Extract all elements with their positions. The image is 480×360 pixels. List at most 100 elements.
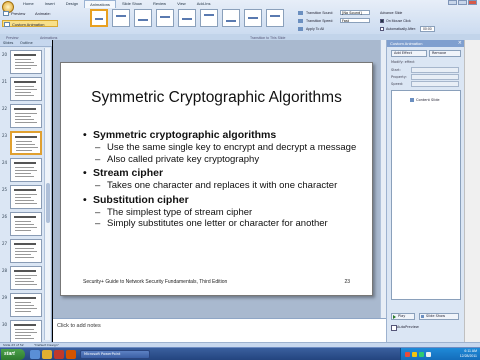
thumb-body-line	[15, 119, 34, 120]
tray-icon[interactable]	[419, 352, 424, 357]
tray-icon[interactable]	[405, 352, 410, 357]
tab-outline[interactable]: Outline	[20, 41, 33, 45]
animate-dropdown[interactable]: Animate:	[26, 10, 60, 17]
slide-thumbnail[interactable]	[10, 266, 42, 290]
thumb-line	[116, 15, 126, 17]
automatically-after-value[interactable]: 00:00	[419, 26, 435, 32]
custom-animation-button[interactable]: Custom Animation	[2, 20, 58, 27]
property-select[interactable]	[411, 74, 459, 80]
transition-sound-row: Transition Sound:	[298, 10, 333, 16]
slide-show-button[interactable]: Slide Show	[419, 313, 459, 320]
close-button[interactable]	[468, 0, 477, 5]
tab-design[interactable]: Design	[61, 0, 83, 8]
tab-add-ins[interactable]: Add-Ins	[192, 0, 216, 8]
maximize-button[interactable]	[458, 0, 467, 5]
tab-slide-show[interactable]: Slide Show	[117, 0, 147, 8]
autopreview-checkbox[interactable]: AutoPreview	[391, 325, 419, 331]
slide-number: 26	[2, 214, 8, 219]
start-select[interactable]	[411, 67, 459, 73]
transition-thumb[interactable]	[266, 9, 284, 27]
volume-icon[interactable]	[426, 352, 431, 357]
speed-select[interactable]	[411, 81, 459, 87]
transition-thumb[interactable]	[156, 9, 174, 27]
taskbar-app-powerpoint[interactable]: Microsoft PowerPoint	[80, 350, 150, 359]
tab-animations[interactable]: Animations	[84, 0, 116, 8]
slide-thumbnail[interactable]	[10, 239, 42, 263]
thumb-body-line	[15, 308, 37, 309]
transition-thumb-none[interactable]	[90, 9, 108, 27]
taskbar: start Microsoft PowerPoint 6:11 AM 12/28…	[0, 347, 480, 360]
slide-pane-scrollbar[interactable]	[44, 48, 50, 340]
thumb-body-line	[16, 147, 38, 148]
thumb-title-line	[14, 189, 36, 191]
add-effect-button[interactable]: Add Effect	[391, 50, 427, 57]
tray-icon[interactable]	[412, 352, 417, 357]
speed-label: Speed:	[391, 82, 404, 86]
advance-slide-group: Advance Slide On Mouse Click Automatical…	[380, 9, 470, 35]
transition-thumb[interactable]	[244, 9, 262, 27]
close-icon[interactable]: ×	[458, 40, 462, 46]
thumb-body-line	[15, 284, 37, 285]
transition-thumb[interactable]	[112, 9, 130, 27]
preview-button[interactable]: Preview	[2, 10, 25, 17]
speed-icon	[298, 19, 303, 23]
bullet-level-1: Symmetric cryptographic algorithms	[83, 129, 368, 142]
minimize-button[interactable]	[448, 0, 457, 5]
slide-number: 20	[2, 52, 8, 57]
thumb-title-line	[14, 216, 36, 218]
slide-canvas[interactable]: Symmetric Cryptographic Algorithms Symme…	[60, 62, 373, 296]
slide-thumbnail[interactable]	[10, 104, 42, 128]
scrollbar-thumb[interactable]	[46, 183, 50, 223]
thumb-body-line	[15, 230, 31, 231]
media-icon[interactable]	[54, 350, 64, 359]
thumb-body-line	[15, 92, 31, 93]
thumb-body-line	[15, 335, 31, 336]
start-button[interactable]: start	[1, 349, 25, 360]
thumb-body-line	[15, 305, 34, 306]
thumb-line	[204, 14, 214, 16]
tab-insert[interactable]: Insert	[40, 0, 60, 8]
notes-pane[interactable]: Click to add notes	[53, 318, 386, 342]
transition-sound-select[interactable]: [No Sound]	[340, 10, 370, 15]
tab-slides[interactable]: Slides	[3, 41, 13, 45]
slide-thumbnail[interactable]	[10, 158, 42, 182]
window-scrollbar[interactable]	[464, 40, 480, 342]
apply-to-all-button[interactable]: Apply To All	[298, 26, 324, 32]
transition-thumb[interactable]	[222, 9, 240, 27]
transition-thumb[interactable]	[178, 9, 196, 27]
slide-thumbnail[interactable]	[10, 50, 42, 74]
automatically-after-checkbox[interactable]: Automatically After: 00:00	[380, 26, 435, 32]
remove-button[interactable]: Remove	[429, 50, 461, 57]
advance-slide-label: Advance Slide	[380, 11, 403, 15]
thumb-body-line	[15, 257, 34, 258]
transition-thumb[interactable]	[134, 9, 152, 27]
slide-thumbnail[interactable]	[10, 77, 42, 101]
tab-review[interactable]: Review	[148, 0, 171, 8]
slide-number: 30	[2, 322, 8, 327]
slide-body[interactable]: Symmetric cryptographic algorithms Use t…	[83, 127, 368, 230]
thumb-body-line	[15, 203, 37, 204]
thumb-body-line	[15, 167, 34, 168]
animation-list-item[interactable]: Content Slide	[410, 98, 440, 102]
slide-thumbnail[interactable]	[10, 131, 42, 155]
folder-icon[interactable]	[42, 350, 52, 359]
powerpoint-icon[interactable]	[66, 350, 76, 359]
thumb-body-line	[16, 144, 35, 145]
ie-icon[interactable]	[30, 350, 40, 359]
on-mouse-click-checkbox[interactable]: On Mouse Click	[380, 18, 411, 24]
thumb-title-line	[14, 81, 36, 83]
slide-thumbnail[interactable]	[10, 212, 42, 236]
play-button[interactable]: Play	[391, 313, 415, 320]
transition-speed-select[interactable]: Fast	[340, 18, 370, 23]
slide-thumbnail[interactable]	[10, 185, 42, 209]
tab-home[interactable]: Home	[18, 0, 39, 8]
tab-view[interactable]: View	[172, 0, 191, 8]
slide-thumbnail[interactable]	[10, 293, 42, 317]
slide-thumbnail[interactable]	[10, 320, 42, 344]
thumb-body-line	[15, 65, 37, 66]
thumb-body-line	[15, 329, 34, 330]
slide-number: 28	[2, 268, 8, 273]
animation-list[interactable]: Content Slide	[391, 90, 461, 300]
transition-thumb[interactable]	[200, 9, 218, 27]
slide-title[interactable]: Symmetric Cryptographic Algorithms	[61, 89, 372, 107]
